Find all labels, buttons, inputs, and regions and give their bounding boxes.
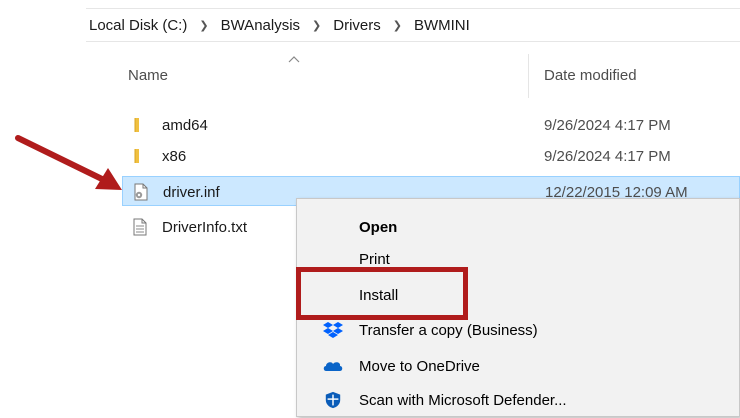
file-name: driver.inf xyxy=(163,184,220,201)
menu-item-label: Print xyxy=(359,251,390,268)
breadcrumb-local-disk[interactable]: Local Disk (C:) xyxy=(86,17,190,34)
text-file-icon xyxy=(133,218,147,236)
file-date: 9/26/2024 4:17 PM xyxy=(544,117,671,134)
chevron-right-icon[interactable]: ❯ xyxy=(303,19,330,32)
column-header-name[interactable]: Name xyxy=(128,67,168,84)
menu-item-move-to-onedrive[interactable]: Move to OneDrive xyxy=(297,348,739,384)
breadcrumb-bwmini[interactable]: BWMINI xyxy=(411,17,473,34)
menu-item-label: Open xyxy=(359,219,398,236)
menu-item-label: Transfer a copy (Business) xyxy=(359,322,538,339)
menu-item-label: Scan with Microsoft Defender... xyxy=(359,392,567,409)
breadcrumb: Local Disk (C:) ❯ BWAnalysis ❯ Drivers ❯… xyxy=(86,8,740,42)
file-row-x86[interactable]: x86 9/26/2024 4:17 PM xyxy=(122,141,740,171)
file-name: amd64 xyxy=(162,117,208,134)
annotation-highlight-box xyxy=(296,267,468,320)
dropbox-icon xyxy=(323,322,343,338)
menu-item-scan-defender[interactable]: Scan with Microsoft Defender... xyxy=(297,382,739,418)
annotation-arrow-icon xyxy=(15,135,122,190)
menu-item-open[interactable]: Open xyxy=(297,209,739,245)
settings-file-icon xyxy=(134,183,148,201)
chevron-right-icon[interactable]: ❯ xyxy=(190,19,217,32)
column-header-date-modified[interactable]: Date modified xyxy=(544,67,637,84)
breadcrumb-drivers[interactable]: Drivers xyxy=(330,17,384,34)
file-name: DriverInfo.txt xyxy=(162,219,248,236)
sort-ascending-icon xyxy=(288,56,300,63)
onedrive-cloud-icon xyxy=(323,362,343,371)
column-divider[interactable] xyxy=(528,54,529,98)
menu-item-label: Move to OneDrive xyxy=(359,358,480,375)
file-name: x86 xyxy=(162,148,187,165)
file-date: 9/26/2024 4:17 PM xyxy=(544,148,671,165)
breadcrumb-bwanalysis[interactable]: BWAnalysis xyxy=(218,17,303,34)
chevron-right-icon[interactable]: ❯ xyxy=(384,19,411,32)
file-row-amd64[interactable]: amd64 9/26/2024 4:17 PM xyxy=(122,110,740,140)
folder-icon xyxy=(134,149,139,163)
folder-icon xyxy=(134,118,139,132)
defender-shield-icon xyxy=(325,391,341,409)
